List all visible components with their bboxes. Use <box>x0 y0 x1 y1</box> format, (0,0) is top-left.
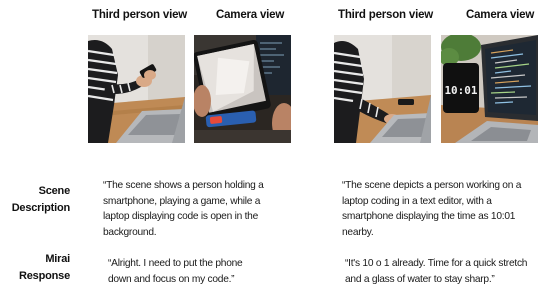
column-header-third-person-2: Third person view <box>338 9 434 21</box>
row-label-mirai-line1: Mirai <box>45 253 70 265</box>
column-header-camera-2: Camera view <box>466 9 535 21</box>
column-header-third-person-1: Third person view <box>92 9 188 21</box>
row-label-scene-line2: Description <box>11 202 71 214</box>
third-person-photo-gaming <box>88 35 185 143</box>
third-person-photo-coding <box>334 35 431 143</box>
row-label-mirai-response: Mirai Response <box>0 251 70 285</box>
row-label-mirai-line2: Response <box>19 270 70 282</box>
phone-clock-text: 10:01 <box>444 84 477 97</box>
camera-view-photo-gaming <box>194 35 291 143</box>
mirai-response-example-2: “It's 10 o 1 already. Time for a quick s… <box>345 258 528 285</box>
camera-view-photo-coding: 10:01 <box>441 35 538 143</box>
scene-description-example-1: “The scene shows a person holding a smar… <box>103 180 264 238</box>
row-label-scene-line1: Scene <box>38 185 71 197</box>
mirai-response-example-1: “Alright. I need to put the phone down a… <box>108 258 243 285</box>
column-header-camera-1: Camera view <box>216 9 285 21</box>
row-label-scene-description: Scene Description <box>0 183 71 217</box>
scene-description-example-2: “The scene depicts a person working on a… <box>342 180 522 238</box>
